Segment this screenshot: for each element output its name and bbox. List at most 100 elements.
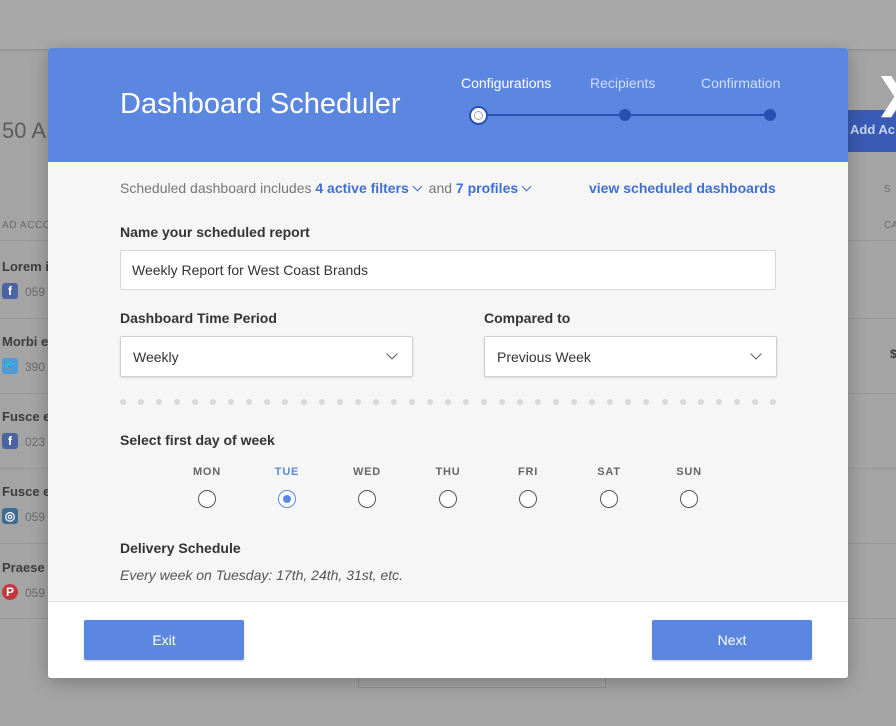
scheduler-modal: Dashboard Scheduler Configurations Recip… [48, 48, 848, 678]
divider-dot [517, 399, 524, 405]
delivery-schedule-text: Every week on Tuesday: 17th, 24th, 31st,… [120, 567, 404, 583]
day-option-fri[interactable]: FRI [498, 466, 558, 508]
dashboard-summary: Scheduled dashboard includes 4 active fi… [120, 180, 534, 196]
step-indicator-current [469, 106, 488, 125]
close-icon[interactable]: ❯ [876, 74, 896, 114]
day-option-mon[interactable]: MON [177, 466, 237, 508]
profiles-dropdown[interactable]: 7 profiles [456, 180, 534, 196]
summary-prefix: Scheduled dashboard includes [120, 180, 312, 196]
day-option-tue[interactable]: TUE [257, 466, 317, 508]
divider-dot [174, 399, 181, 405]
twitter-icon: 🐦 [2, 358, 18, 374]
day-label: WED [352, 466, 382, 478]
background-column-header: AD ACCO [2, 220, 52, 231]
divider-dot [390, 399, 397, 405]
step-configurations[interactable]: Configurations [461, 75, 551, 91]
divider-dot [408, 399, 415, 405]
compared-to-select[interactable]: Previous Week [484, 336, 777, 377]
background-row-title: Morbi e [2, 334, 49, 349]
profiles-label: 7 profiles [455, 180, 519, 196]
modal-header: Dashboard Scheduler Configurations Recip… [48, 48, 848, 162]
next-button[interactable]: Next [652, 620, 812, 660]
divider-dot [769, 399, 776, 405]
step-indicator [764, 109, 776, 121]
time-period-select[interactable]: Weekly [120, 336, 413, 377]
divider-dot [715, 399, 722, 405]
view-scheduled-dashboards-link[interactable]: view scheduled dashboards [589, 180, 776, 196]
background-right-label: CA [884, 220, 896, 231]
divider-dot [156, 399, 163, 405]
pinterest-icon: P [2, 584, 18, 600]
divider-dot [426, 399, 433, 405]
day-radio-selected[interactable] [278, 490, 296, 508]
modal-body: Scheduled dashboard includes 4 active fi… [48, 162, 848, 601]
divider-dot [553, 399, 560, 405]
delivery-schedule-label: Delivery Schedule [120, 540, 241, 556]
day-radio[interactable] [680, 490, 698, 508]
day-label: THU [435, 466, 461, 478]
first-day-label: Select first day of week [120, 432, 275, 448]
divider-dot [481, 399, 487, 405]
background-row-id: 390 [25, 360, 46, 374]
dotted-divider [120, 399, 780, 407]
divider-dot [444, 399, 451, 405]
divider-dot [138, 399, 145, 405]
day-label: SAT [597, 466, 621, 478]
day-label: SUN [676, 466, 702, 478]
step-recipients[interactable]: Recipients [590, 75, 655, 91]
divider-dot [228, 399, 235, 405]
active-filters-dropdown[interactable]: 4 active filters [315, 180, 424, 196]
divider-dot [733, 399, 740, 405]
day-option-sat[interactable]: SAT [579, 466, 639, 508]
divider-dot [300, 399, 307, 405]
day-option-sun[interactable]: SUN [659, 466, 719, 508]
chevron-down-icon [386, 348, 398, 360]
step-confirmation[interactable]: Confirmation [701, 75, 780, 91]
summary-conjunction: and [428, 180, 453, 196]
background-row-title: Fusce e [2, 484, 51, 499]
day-option-thu[interactable]: THU [418, 466, 478, 508]
day-radio[interactable] [439, 490, 457, 508]
background-right-label: $ [890, 347, 896, 361]
chevron-down-icon [750, 348, 762, 360]
divider-dot [535, 399, 542, 405]
instagram-icon: ◎ [2, 508, 18, 524]
background-topbar [0, 0, 896, 50]
day-radio[interactable] [519, 490, 537, 508]
active-filters-label: 4 active filters [315, 180, 409, 196]
divider-dot [643, 399, 650, 405]
divider-dot [751, 399, 758, 405]
day-label: MON [192, 466, 222, 478]
day-radio[interactable] [358, 490, 376, 508]
divider-dot [192, 399, 199, 405]
divider-dot [282, 399, 289, 405]
day-radio[interactable] [198, 490, 216, 508]
compared-to-label: Compared to [484, 310, 571, 326]
divider-dot [697, 399, 704, 405]
day-label: FRI [517, 466, 539, 478]
background-row-title: Praese [2, 560, 45, 575]
background-row-id: 059 [25, 510, 46, 524]
divider-dot [318, 399, 325, 405]
exit-button[interactable]: Exit [84, 620, 244, 660]
divider-dot [589, 399, 596, 405]
day-label: TUE [274, 466, 300, 478]
report-name-input[interactable]: Weekly Report for West Coast Brands [120, 250, 776, 290]
background-count: 50 A [2, 118, 47, 143]
divider-dot [210, 399, 217, 405]
divider-dot [354, 399, 361, 405]
day-option-wed[interactable]: WED [337, 466, 397, 508]
background-row-id: 059 [25, 586, 46, 600]
chevron-down-icon [521, 181, 532, 192]
divider-dot [246, 399, 253, 405]
background-row-id: 023 [25, 435, 46, 449]
compared-to-value: Previous Week [497, 349, 591, 365]
day-radio[interactable] [600, 490, 618, 508]
time-period-label: Dashboard Time Period [120, 310, 277, 326]
divider-dot [372, 399, 379, 405]
background-add-button: Add Ac [846, 110, 896, 152]
facebook-icon: f [2, 433, 18, 449]
divider-dot [679, 399, 686, 405]
step-indicator [619, 109, 631, 121]
background-row-title: Fusce e [2, 409, 51, 424]
